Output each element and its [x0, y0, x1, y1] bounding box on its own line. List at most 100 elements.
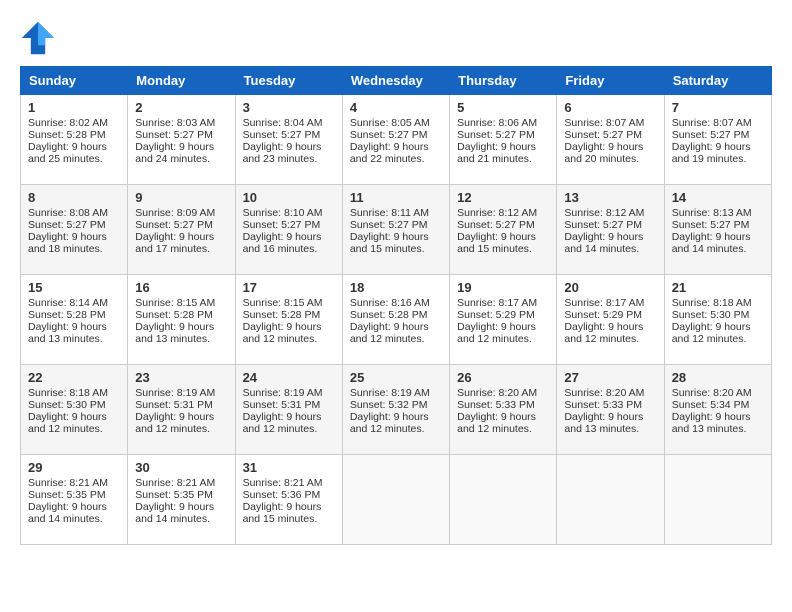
day-cell-30: 30Sunrise: 8:21 AMSunset: 5:35 PMDayligh…: [128, 455, 235, 545]
day-number: 8: [28, 190, 120, 205]
col-tuesday: Tuesday: [235, 67, 342, 95]
sunrise-text: Sunrise: 8:20 AM: [672, 387, 752, 399]
daylight-text: Daylight: 9 hours and 14 minutes.: [135, 501, 214, 525]
day-number: 10: [243, 190, 335, 205]
day-number: 11: [350, 190, 442, 205]
sunset-text: Sunset: 5:28 PM: [350, 309, 428, 321]
sunrise-text: Sunrise: 8:17 AM: [457, 297, 537, 309]
sunset-text: Sunset: 5:27 PM: [350, 129, 428, 141]
sunset-text: Sunset: 5:27 PM: [135, 129, 213, 141]
day-cell-19: 19Sunrise: 8:17 AMSunset: 5:29 PMDayligh…: [450, 275, 557, 365]
sunset-text: Sunset: 5:27 PM: [564, 129, 642, 141]
sunset-text: Sunset: 5:31 PM: [243, 399, 321, 411]
daylight-text: Daylight: 9 hours and 12 minutes.: [350, 321, 429, 345]
day-number: 1: [28, 100, 120, 115]
sunset-text: Sunset: 5:33 PM: [564, 399, 642, 411]
logo-icon: [20, 20, 56, 56]
daylight-text: Daylight: 9 hours and 12 minutes.: [350, 411, 429, 435]
daylight-text: Daylight: 9 hours and 12 minutes.: [135, 411, 214, 435]
col-thursday: Thursday: [450, 67, 557, 95]
week-row-2: 8Sunrise: 8:08 AMSunset: 5:27 PMDaylight…: [21, 185, 772, 275]
sunrise-text: Sunrise: 8:06 AM: [457, 117, 537, 129]
day-cell-21: 21Sunrise: 8:18 AMSunset: 5:30 PMDayligh…: [664, 275, 771, 365]
day-cell-28: 28Sunrise: 8:20 AMSunset: 5:34 PMDayligh…: [664, 365, 771, 455]
day-cell-27: 27Sunrise: 8:20 AMSunset: 5:33 PMDayligh…: [557, 365, 664, 455]
daylight-text: Daylight: 9 hours and 13 minutes.: [135, 321, 214, 345]
day-cell-17: 17Sunrise: 8:15 AMSunset: 5:28 PMDayligh…: [235, 275, 342, 365]
sunrise-text: Sunrise: 8:03 AM: [135, 117, 215, 129]
day-number: 30: [135, 460, 227, 475]
day-number: 6: [564, 100, 656, 115]
sunset-text: Sunset: 5:31 PM: [135, 399, 213, 411]
sunrise-text: Sunrise: 8:04 AM: [243, 117, 323, 129]
sunrise-text: Sunrise: 8:12 AM: [457, 207, 537, 219]
week-row-1: 1Sunrise: 8:02 AMSunset: 5:28 PMDaylight…: [21, 95, 772, 185]
daylight-text: Daylight: 9 hours and 14 minutes.: [672, 231, 751, 255]
empty-cell: [664, 455, 771, 545]
sunset-text: Sunset: 5:30 PM: [672, 309, 750, 321]
daylight-text: Daylight: 9 hours and 24 minutes.: [135, 141, 214, 165]
day-cell-14: 14Sunrise: 8:13 AMSunset: 5:27 PMDayligh…: [664, 185, 771, 275]
day-number: 31: [243, 460, 335, 475]
day-number: 13: [564, 190, 656, 205]
day-cell-22: 22Sunrise: 8:18 AMSunset: 5:30 PMDayligh…: [21, 365, 128, 455]
day-cell-7: 7Sunrise: 8:07 AMSunset: 5:27 PMDaylight…: [664, 95, 771, 185]
day-number: 7: [672, 100, 764, 115]
day-number: 14: [672, 190, 764, 205]
day-number: 29: [28, 460, 120, 475]
sunset-text: Sunset: 5:27 PM: [564, 219, 642, 231]
sunset-text: Sunset: 5:30 PM: [28, 399, 106, 411]
sunrise-text: Sunrise: 8:08 AM: [28, 207, 108, 219]
daylight-text: Daylight: 9 hours and 18 minutes.: [28, 231, 107, 255]
day-cell-11: 11Sunrise: 8:11 AMSunset: 5:27 PMDayligh…: [342, 185, 449, 275]
day-cell-26: 26Sunrise: 8:20 AMSunset: 5:33 PMDayligh…: [450, 365, 557, 455]
day-number: 25: [350, 370, 442, 385]
day-cell-10: 10Sunrise: 8:10 AMSunset: 5:27 PMDayligh…: [235, 185, 342, 275]
day-number: 9: [135, 190, 227, 205]
day-number: 15: [28, 280, 120, 295]
empty-cell: [450, 455, 557, 545]
day-cell-29: 29Sunrise: 8:21 AMSunset: 5:35 PMDayligh…: [21, 455, 128, 545]
day-cell-16: 16Sunrise: 8:15 AMSunset: 5:28 PMDayligh…: [128, 275, 235, 365]
day-cell-20: 20Sunrise: 8:17 AMSunset: 5:29 PMDayligh…: [557, 275, 664, 365]
sunrise-text: Sunrise: 8:09 AM: [135, 207, 215, 219]
sunset-text: Sunset: 5:27 PM: [28, 219, 106, 231]
daylight-text: Daylight: 9 hours and 12 minutes.: [243, 321, 322, 345]
sunrise-text: Sunrise: 8:20 AM: [457, 387, 537, 399]
day-cell-23: 23Sunrise: 8:19 AMSunset: 5:31 PMDayligh…: [128, 365, 235, 455]
day-cell-9: 9Sunrise: 8:09 AMSunset: 5:27 PMDaylight…: [128, 185, 235, 275]
daylight-text: Daylight: 9 hours and 12 minutes.: [457, 411, 536, 435]
day-cell-15: 15Sunrise: 8:14 AMSunset: 5:28 PMDayligh…: [21, 275, 128, 365]
day-number: 27: [564, 370, 656, 385]
sunset-text: Sunset: 5:28 PM: [135, 309, 213, 321]
sunrise-text: Sunrise: 8:02 AM: [28, 117, 108, 129]
day-cell-4: 4Sunrise: 8:05 AMSunset: 5:27 PMDaylight…: [342, 95, 449, 185]
day-number: 3: [243, 100, 335, 115]
sunset-text: Sunset: 5:27 PM: [672, 129, 750, 141]
empty-cell: [557, 455, 664, 545]
day-number: 22: [28, 370, 120, 385]
sunrise-text: Sunrise: 8:07 AM: [564, 117, 644, 129]
day-number: 21: [672, 280, 764, 295]
sunset-text: Sunset: 5:28 PM: [28, 309, 106, 321]
day-cell-31: 31Sunrise: 8:21 AMSunset: 5:36 PMDayligh…: [235, 455, 342, 545]
day-number: 4: [350, 100, 442, 115]
daylight-text: Daylight: 9 hours and 12 minutes.: [672, 321, 751, 345]
sunset-text: Sunset: 5:27 PM: [457, 219, 535, 231]
day-number: 20: [564, 280, 656, 295]
day-number: 26: [457, 370, 549, 385]
sunset-text: Sunset: 5:29 PM: [564, 309, 642, 321]
col-friday: Friday: [557, 67, 664, 95]
day-cell-24: 24Sunrise: 8:19 AMSunset: 5:31 PMDayligh…: [235, 365, 342, 455]
sunset-text: Sunset: 5:28 PM: [243, 309, 321, 321]
col-wednesday: Wednesday: [342, 67, 449, 95]
day-number: 17: [243, 280, 335, 295]
sunrise-text: Sunrise: 8:19 AM: [243, 387, 323, 399]
day-cell-3: 3Sunrise: 8:04 AMSunset: 5:27 PMDaylight…: [235, 95, 342, 185]
sunrise-text: Sunrise: 8:07 AM: [672, 117, 752, 129]
sunset-text: Sunset: 5:35 PM: [135, 489, 213, 501]
day-cell-5: 5Sunrise: 8:06 AMSunset: 5:27 PMDaylight…: [450, 95, 557, 185]
sunrise-text: Sunrise: 8:13 AM: [672, 207, 752, 219]
day-cell-6: 6Sunrise: 8:07 AMSunset: 5:27 PMDaylight…: [557, 95, 664, 185]
col-sunday: Sunday: [21, 67, 128, 95]
